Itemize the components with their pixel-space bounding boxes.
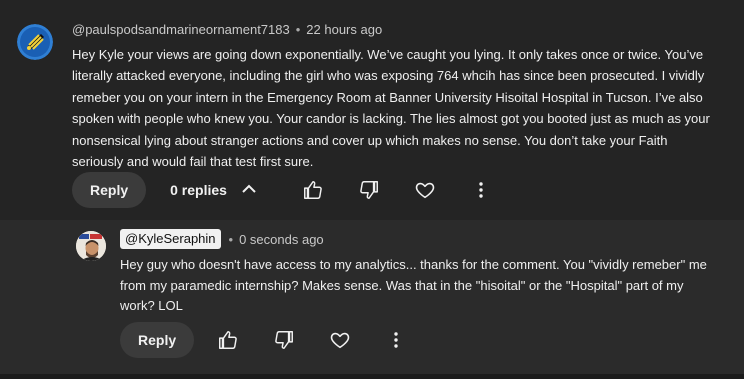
replies-count: 0 replies — [170, 182, 227, 198]
comment-text: Hey Kyle your views are going down expon… — [72, 47, 710, 170]
reply-header: @KyleSeraphin • 0 seconds ago — [120, 229, 324, 249]
author-handle[interactable]: @paulspodsandmarineornament7183 — [72, 22, 290, 37]
more-vert-icon[interactable] — [378, 322, 414, 358]
reply-button[interactable]: Reply — [72, 172, 147, 208]
reply-actions: Reply — [120, 322, 414, 358]
chevron-up-icon — [241, 181, 257, 200]
thumb-down-icon[interactable] — [351, 172, 387, 208]
divider — [0, 374, 744, 379]
comment-header: @paulspodsandmarineornament7183 • 22 hours… — [72, 22, 382, 37]
heart-icon[interactable] — [407, 172, 443, 208]
comment-actions: Reply 0 replies — [72, 172, 499, 208]
separator-dot: • — [228, 231, 234, 247]
avatar[interactable] — [17, 24, 53, 60]
timestamp[interactable]: 0 seconds ago — [239, 232, 324, 247]
author-handle[interactable]: @KyleSeraphin — [120, 229, 221, 249]
reply-text: Hey guy who doesn't have access to my an… — [120, 257, 707, 313]
more-vert-icon[interactable] — [463, 172, 499, 208]
separator-dot: • — [295, 22, 301, 37]
thumb-down-icon[interactable] — [266, 322, 302, 358]
thumb-up-icon[interactable] — [210, 322, 246, 358]
heart-icon[interactable] — [322, 322, 358, 358]
timestamp[interactable]: 22 hours ago — [306, 22, 382, 37]
thumb-up-icon[interactable] — [295, 172, 331, 208]
reply-button[interactable]: Reply — [120, 322, 195, 358]
replies-toggle[interactable]: 0 replies — [170, 181, 257, 200]
avatar[interactable] — [76, 231, 106, 261]
